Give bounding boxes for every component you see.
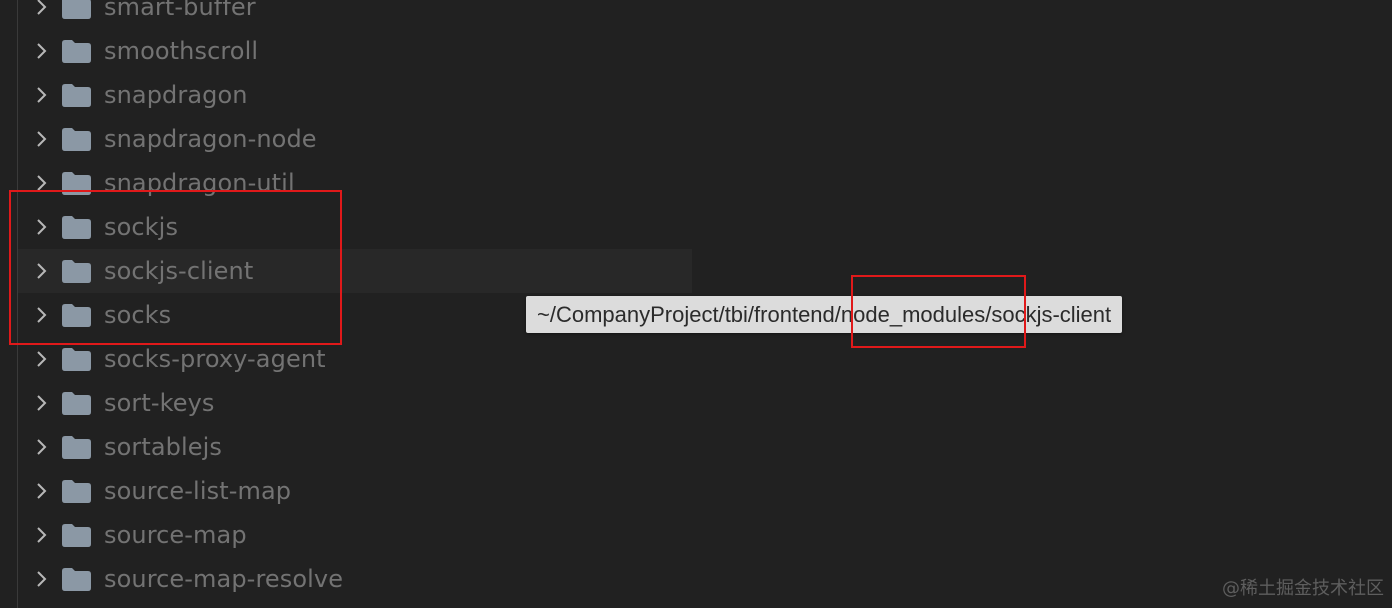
path-tooltip: ~/CompanyProject/tbi/frontend/node_modul… <box>526 296 1123 333</box>
chevron-right-icon[interactable] <box>32 438 50 456</box>
tree-item-label: socks-proxy-agent <box>104 345 326 373</box>
chevron-right-icon[interactable] <box>32 394 50 412</box>
tree-item-folder[interactable]: sort-keys <box>18 381 692 425</box>
folder-icon <box>62 0 91 19</box>
tree-item-folder[interactable]: snapdragon <box>18 73 692 117</box>
tree-item-folder[interactable]: source-map-resolve <box>18 557 692 601</box>
tree-item-folder[interactable]: snapdragon-node <box>18 117 692 161</box>
tree-item-label: snapdragon <box>104 81 248 109</box>
folder-icon <box>62 40 91 63</box>
folder-icon <box>62 304 91 327</box>
tree-item-folder[interactable]: source-map <box>18 513 692 557</box>
chevron-right-icon[interactable] <box>32 42 50 60</box>
tree-item-label: sort-keys <box>104 389 215 417</box>
chevron-right-icon[interactable] <box>32 306 50 324</box>
chevron-right-icon[interactable] <box>32 174 50 192</box>
chevron-right-icon[interactable] <box>32 0 50 16</box>
tree-item-label: snapdragon-util <box>104 169 295 197</box>
chevron-right-icon[interactable] <box>32 570 50 588</box>
tree-item-folder-hovered[interactable]: sockjs-client <box>18 249 692 293</box>
tree-item-label: socks <box>104 301 172 329</box>
folder-icon <box>62 128 91 151</box>
tree-item-folder[interactable]: smart-buffer <box>18 0 692 29</box>
folder-icon <box>62 524 91 547</box>
chevron-right-icon[interactable] <box>32 130 50 148</box>
chevron-right-icon[interactable] <box>32 482 50 500</box>
folder-icon <box>62 480 91 503</box>
chevron-right-icon[interactable] <box>32 218 50 236</box>
tree-item-label: snapdragon-node <box>104 125 317 153</box>
folder-icon <box>62 260 91 283</box>
folder-icon <box>62 568 91 591</box>
chevron-right-icon[interactable] <box>32 86 50 104</box>
folder-icon <box>62 216 91 239</box>
tree-item-folder[interactable]: smoothscroll <box>18 29 692 73</box>
watermark: @稀土掘金技术社区 <box>1222 578 1384 599</box>
tree-item-label: sockjs <box>104 213 179 241</box>
tree-item-folder[interactable]: source-list-map <box>18 469 692 513</box>
tree-item-label: sockjs-client <box>104 257 254 285</box>
folder-icon <box>62 392 91 415</box>
tree-item-label: source-map-resolve <box>104 565 344 593</box>
tree-item-folder[interactable]: sockjs <box>18 205 692 249</box>
folder-icon <box>62 348 91 371</box>
folder-icon <box>62 84 91 107</box>
tree-item-label: sortablejs <box>104 433 223 461</box>
tree-item-folder[interactable]: snapdragon-util <box>18 161 692 205</box>
tree-item-folder[interactable]: socks-proxy-agent <box>18 337 692 381</box>
tree-item-label: source-list-map <box>104 477 292 505</box>
chevron-right-icon[interactable] <box>32 350 50 368</box>
tree-item-label: smart-buffer <box>104 0 256 21</box>
tree-item-label: source-map <box>104 521 247 549</box>
folder-icon <box>62 172 91 195</box>
tree-item-folder[interactable]: sortablejs <box>18 425 692 469</box>
chevron-right-icon[interactable] <box>32 262 50 280</box>
folder-icon <box>62 436 91 459</box>
tree-item-label: smoothscroll <box>104 37 259 65</box>
chevron-right-icon[interactable] <box>32 526 50 544</box>
